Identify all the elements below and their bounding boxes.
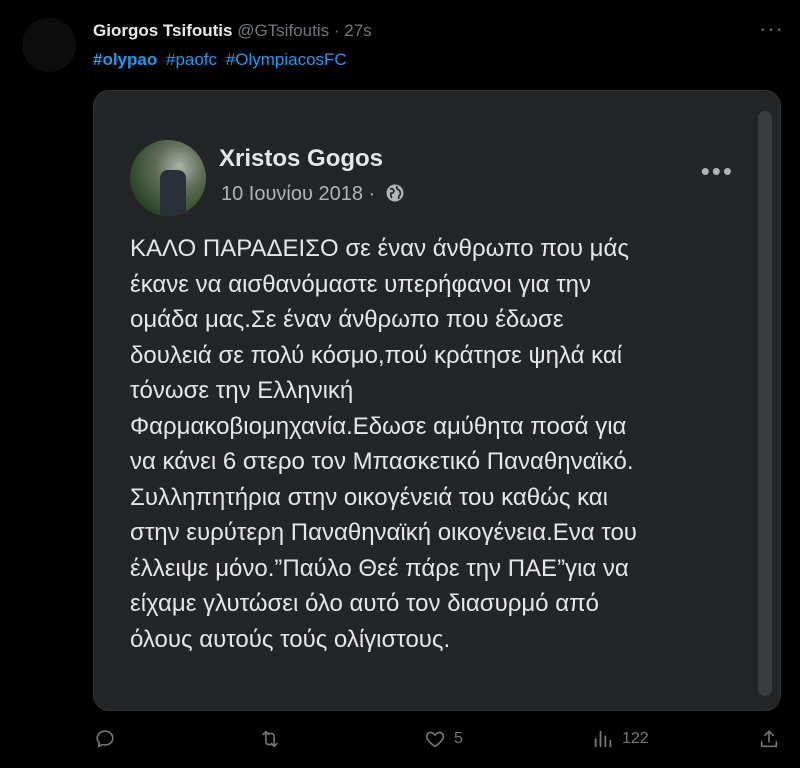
post-line: είχαμε γλυτώσει όλο αυτό τον διασυρμό απ…: [130, 590, 599, 617]
post-line: δουλειά σε πολύ κόσμο,πού κράτησε ψηλά κ…: [130, 341, 623, 369]
tweet-actions-bar: 5 122: [0, 728, 800, 758]
post-line: στην ευρύτερη Παναθηναϊκή οικογένεια.Ενα…: [130, 519, 637, 546]
hashtag-link[interactable]: #olypao: [93, 50, 157, 69]
hashtag-link[interactable]: #paofc: [166, 50, 217, 69]
post-author-avatar: [130, 140, 206, 216]
time-separator: ·: [333, 21, 340, 40]
tweet-author-name[interactable]: Giorgos Tsifoutis: [93, 21, 232, 40]
post-body: ΚΑΛΟ ΠΑΡΑΔΕΙΣΟ σε έναν άνθρωπο που μάς έ…: [130, 231, 770, 657]
post-more-icon: •••: [700, 156, 734, 186]
post-line: τόνωσε την Ελληνική: [130, 377, 354, 404]
post-author-name: Xristos Gogos: [219, 145, 384, 172]
tweet-header: Giorgos Tsifoutis @GTsifoutis · 27s: [93, 20, 372, 42]
reply-button[interactable]: [94, 728, 124, 750]
share-button[interactable]: [758, 728, 780, 750]
tweet-hashtags: #olypao #paofc #OlympiacosFC: [93, 49, 351, 71]
like-count: 5: [454, 730, 463, 747]
tweet-more-icon[interactable]: ···: [759, 18, 784, 40]
retweet-icon: [262, 730, 278, 748]
tweet-author-avatar[interactable]: [22, 18, 76, 72]
tweet-media-image[interactable]: Xristos Gogos 10 Ιουνίου 2018 · ••• ΚΑΛΟ…: [93, 90, 781, 711]
share-icon: [760, 730, 778, 748]
views-count: 122: [622, 730, 649, 747]
like-button[interactable]: 5: [424, 728, 463, 750]
tweet-timestamp[interactable]: 27s: [344, 21, 371, 40]
post-date-separator: ·: [368, 183, 376, 205]
post-line: όλους αυτούς τούς ολίγιστους.: [130, 625, 451, 653]
tweet-author-handle[interactable]: @GTsifoutis: [237, 21, 329, 40]
hashtag-link[interactable]: #OlympiacosFC: [226, 50, 347, 69]
globe-icon: [386, 184, 404, 202]
post-line: ομάδα μας.Σε έναν άνθρωπο που έδωσε: [130, 306, 564, 333]
post-date: 10 Ιουνίου 2018 ·: [221, 183, 405, 206]
post-line: ΚΑΛΟ ΠΑΡΑΔΕΙΣΟ σε έναν άνθρωπο που μάς: [130, 235, 629, 262]
post-line: Φαρμακοβιομηχανία.Εδωσε αμύθητα ποσά για: [130, 412, 627, 440]
post-line: έκανε να αισθανόμαστε υπερήφανοι για την: [130, 270, 592, 298]
heart-icon: [425, 731, 445, 748]
views-button[interactable]: 122: [592, 728, 649, 750]
post-line: έλλειψε μόνο.”Παύλο Θεέ πάρε την ΠΑΕ”για…: [130, 554, 629, 582]
post-line: να κάνει 6 στερο τον Μπασκετικό Παναθηνα…: [130, 448, 634, 475]
post-date-text: 10 Ιουνίου 2018: [221, 183, 363, 205]
views-icon: [594, 730, 612, 748]
post-line: Συλληπητήρια στην οικογένειά του καθώς κ…: [130, 483, 608, 511]
retweet-button[interactable]: [258, 728, 290, 750]
reply-icon: [96, 730, 114, 748]
